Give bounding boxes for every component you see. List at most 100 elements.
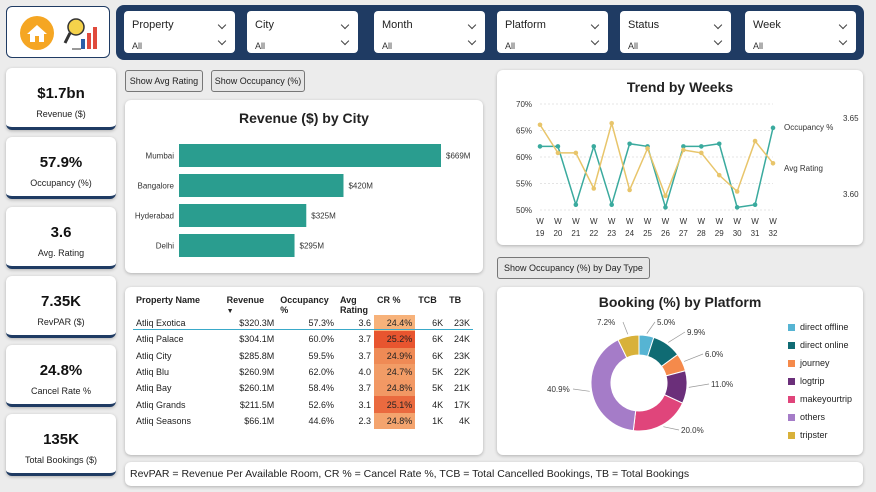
show-occupancy-button[interactable]: Show Occupancy (%) [211,70,305,92]
chevron-down-icon[interactable] [590,20,600,30]
table-cell: 6K [432,334,444,345]
data-point[interactable] [591,144,597,149]
trend-by-weeks-chart: 70%65%60%55%50%3.653.60W19W20W21W22W23W2… [516,100,859,238]
legend-item[interactable]: direct online [788,340,849,350]
data-point[interactable] [609,202,614,207]
filter-status[interactable]: Status All [620,11,731,53]
data-point[interactable] [573,202,579,207]
table-cell: Atliq City [136,350,172,361]
chevron-down-icon[interactable] [838,20,848,30]
column-header[interactable]: Avg Rating [337,295,374,315]
leader-line [668,331,686,343]
chevron-down-icon[interactable] [590,36,600,46]
chevron-down-icon[interactable] [713,36,723,46]
table-row[interactable]: Atliq Bay $260.1M 58.4% 3.7 24.8% 5K 21K [133,380,473,397]
column-header[interactable]: CR % [374,295,415,315]
data-label: $420M [348,182,373,191]
series-label: Occupancy % [784,123,833,132]
data-point[interactable] [716,172,722,178]
filter-value: All [628,41,639,51]
filter-city[interactable]: City All [247,11,358,53]
data-point[interactable] [627,187,632,193]
donut-slice[interactable] [632,394,684,432]
legend-item[interactable]: others [788,412,825,422]
x-tick-label: W [608,217,616,226]
legend-label: makeyourtrip [800,394,853,404]
bar[interactable] [179,144,441,167]
data-point[interactable] [752,202,758,207]
show-avg-rating-button[interactable]: Show Avg Rating [125,70,203,92]
table-cell: 24K [453,334,470,345]
data-point[interactable] [699,150,704,156]
chevron-down-icon[interactable] [713,20,723,30]
x-tick-label: 29 [715,229,724,238]
filter-property[interactable]: Property All [124,11,235,53]
kpi-revenue: $1.7bn Revenue ($) [6,68,116,130]
legend-item[interactable]: makeyourtrip [788,394,852,404]
legend-item[interactable]: tripster [788,430,828,440]
bar[interactable] [179,204,307,227]
chevron-down-icon[interactable] [467,20,477,30]
table-row[interactable]: Atliq Seasons $66.1M 44.6% 2.3 24.8% 1K 4K [133,412,473,430]
x-tick-label: 28 [697,229,706,238]
legend-label: direct online [800,340,849,350]
data-point[interactable] [734,189,740,194]
x-tick-label: W [680,217,688,226]
filter-platform[interactable]: Platform All [497,11,608,53]
data-point[interactable] [734,205,740,210]
data-point[interactable] [752,138,758,144]
chevron-down-icon[interactable] [467,36,477,46]
filter-month[interactable]: Month All [374,11,485,53]
x-tick-label: W [733,217,741,226]
column-header[interactable]: Occupancy % [277,295,337,315]
chevron-down-icon[interactable] [217,36,227,46]
x-tick-label: W [626,217,634,226]
bar[interactable] [179,174,344,197]
sort-desc-icon[interactable]: ▼ [227,308,234,315]
filter-label: Month [382,19,413,31]
data-point[interactable] [573,150,579,156]
data-point[interactable] [699,144,704,149]
data-point[interactable] [770,161,776,166]
legend-item[interactable]: logtrip [788,376,825,386]
data-point[interactable] [663,205,668,210]
table-row[interactable]: Atliq Blu $260.9M 62.0% 4.0 24.7% 5K 22K [133,363,473,381]
table-row[interactable]: Atliq City $285.8M 59.5% 3.7 24.9% 6K 23K [133,347,473,364]
chevron-down-icon[interactable] [340,36,350,46]
chevron-down-icon[interactable] [838,36,848,46]
kpi-total-bookings: 135K Total Bookings ($) [6,414,116,476]
data-point[interactable] [770,125,776,131]
data-point[interactable] [555,150,561,156]
table-header-row: Property Name Revenue ▼ Occupancy % Avg R… [133,295,473,315]
column-header[interactable]: TCB [415,295,446,315]
data-point[interactable] [645,146,650,151]
column-header[interactable]: Property Name [133,295,224,315]
chevron-down-icon[interactable] [217,20,227,30]
table-row[interactable]: Atliq Palace $304.1M 60.0% 3.7 25.2% 6K 24K [133,331,473,348]
filter-week[interactable]: Week All [745,11,856,53]
legend-label: logtrip [800,376,825,386]
bar[interactable] [179,234,295,257]
column-header[interactable]: TB [446,295,473,315]
legend-item[interactable]: journey [788,358,830,368]
data-point[interactable] [555,144,561,149]
leader-line [663,426,680,431]
legend-item[interactable]: direct offline [788,322,848,332]
data-point[interactable] [537,122,543,128]
data-point[interactable] [537,144,543,149]
data-point[interactable] [681,147,686,153]
data-point[interactable] [627,141,632,147]
revenue-by-city-card: Revenue ($) by City Mumbai $669M Bangalore… [125,100,483,273]
table-cell: 3.7 [358,383,372,394]
data-point[interactable] [591,186,597,191]
data-point[interactable] [609,120,614,126]
data-point[interactable] [716,141,722,147]
x-tick-label: W [698,217,706,226]
data-point[interactable] [663,193,668,199]
kpi-label: Total Bookings ($) [24,455,98,465]
kpi-value: 7.35K [40,293,82,310]
table-row[interactable]: Atliq Grands $211.5M 52.6% 3.1 25.1% 4K 17K [133,396,473,413]
chevron-down-icon[interactable] [340,20,350,30]
show-occupancy-by-day-type-button[interactable]: Show Occupancy (%) by Day Type [497,257,650,279]
column-header[interactable]: Revenue ▼ [224,295,278,315]
